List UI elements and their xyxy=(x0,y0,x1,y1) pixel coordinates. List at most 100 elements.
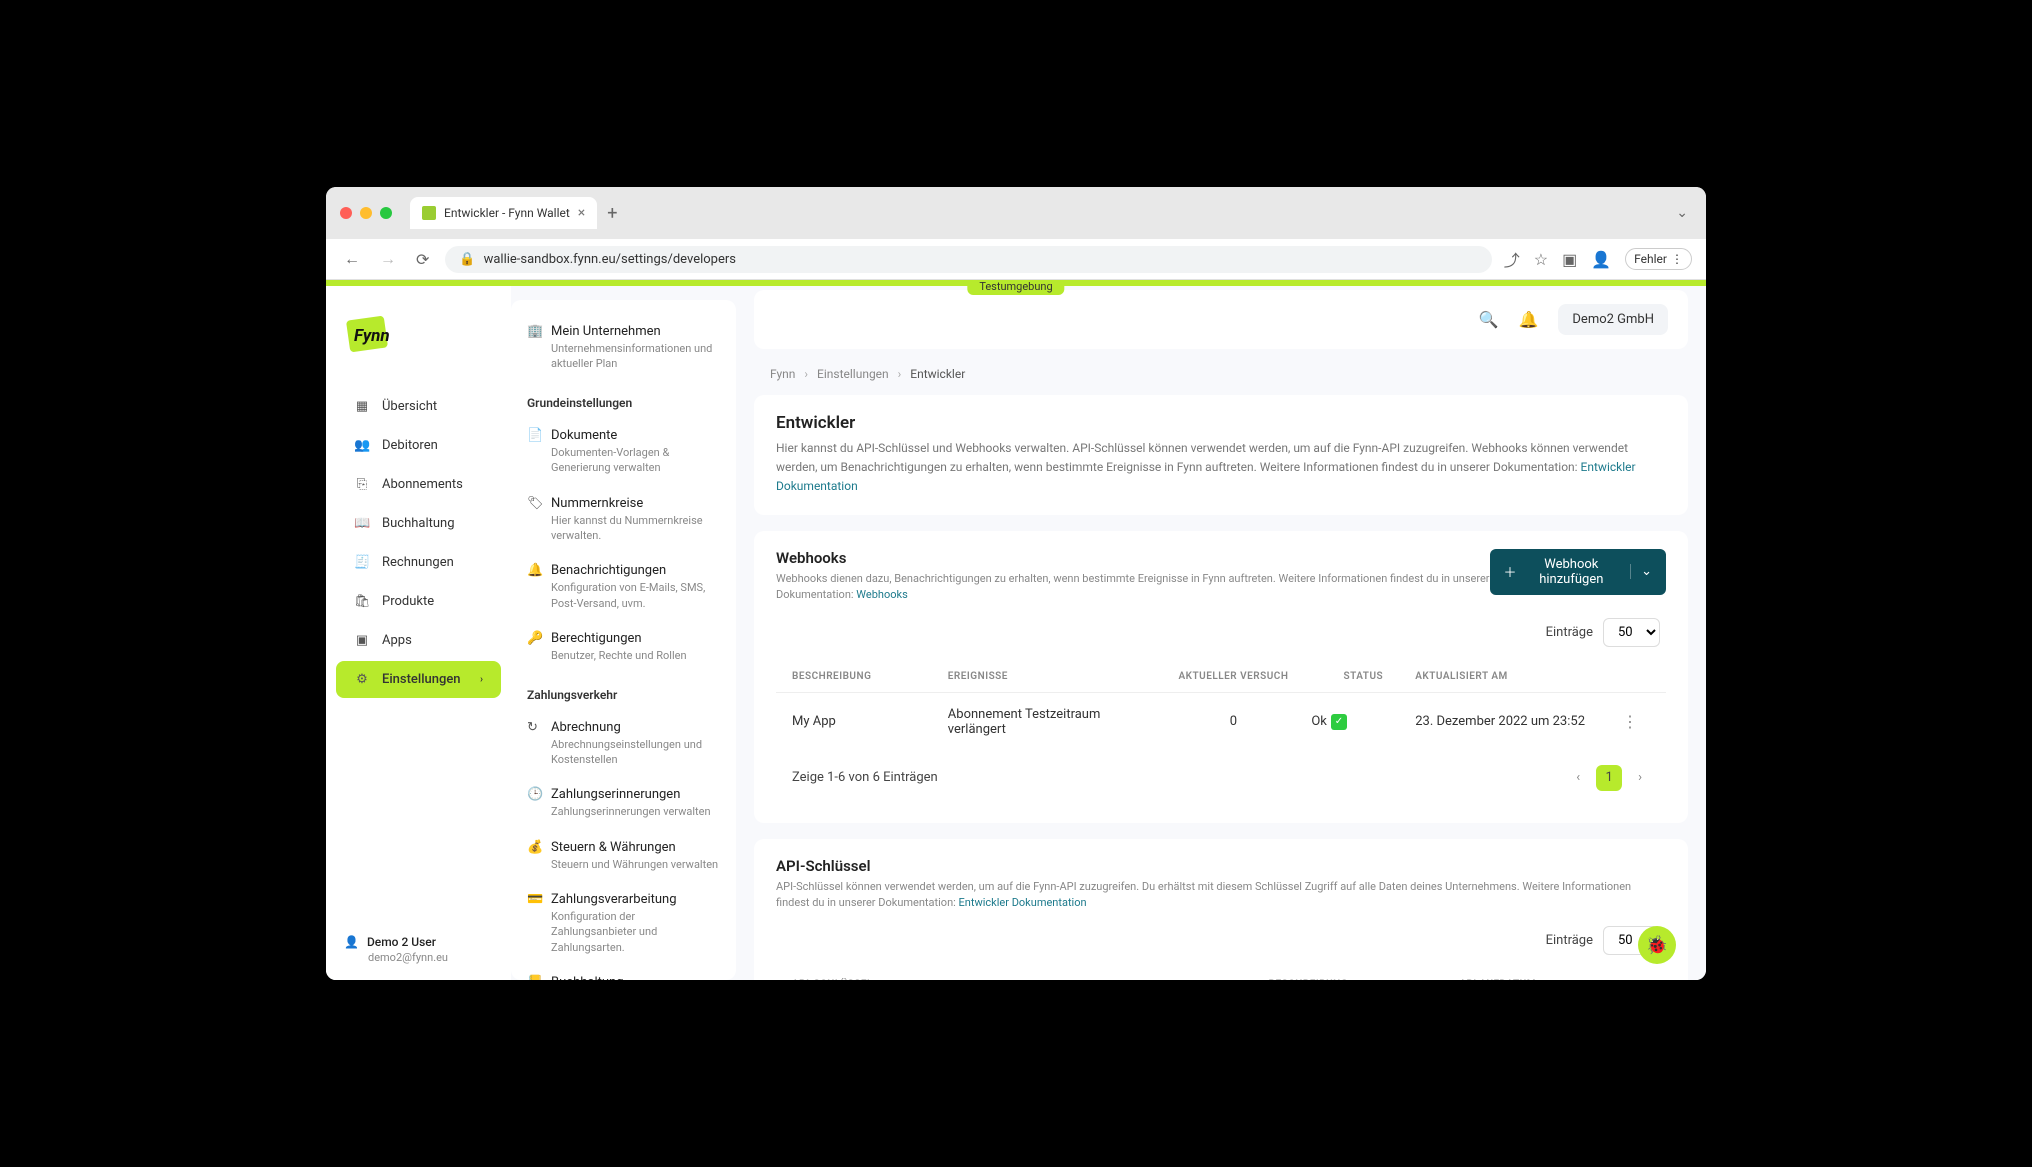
s-desc: Hier kannst du Nummernkreise verwalten. xyxy=(551,513,720,544)
pagination-info: Zeige 1-6 von 6 Einträgen xyxy=(792,770,938,785)
s-title: Mein Unternehmen xyxy=(551,324,661,339)
s-desc: Steuern und Währungen verwalten xyxy=(551,857,720,872)
settings-item-number-ranges[interactable]: 🏷Nummernkreise Hier kannst du Nummernkre… xyxy=(511,486,736,554)
close-tab-icon[interactable]: × xyxy=(578,205,585,221)
notifications-icon[interactable]: 🔔 xyxy=(1518,310,1538,329)
favicon-icon xyxy=(422,206,436,220)
bug-icon: 🐞 xyxy=(1646,935,1668,956)
nav-item-debtors[interactable]: 👥 Debitoren xyxy=(336,427,501,464)
book-icon: 📖 xyxy=(354,516,370,531)
nav-item-invoices[interactable]: 🧾 Rechnungen xyxy=(336,544,501,581)
close-window-button[interactable] xyxy=(340,207,352,219)
logo[interactable]: Fynn xyxy=(326,306,511,386)
settings-item-documents[interactable]: 📄Dokumente Dokumenten-Vorlagen & Generie… xyxy=(511,418,736,486)
webhooks-table-row[interactable]: My App Abonnement Testzeitraum verlänger… xyxy=(776,692,1666,751)
app-root: Testumgebung Fynn ▦ Übersicht 👥 Debitore… xyxy=(326,280,1706,980)
apikeys-docs-link[interactable]: Entwickler Dokumentation xyxy=(959,896,1087,909)
s-desc: Konfiguration der Zahlungsanbieter und Z… xyxy=(551,909,720,955)
tabs-dropdown-icon[interactable]: ⌄ xyxy=(1672,201,1692,225)
settings-item-company[interactable]: 🏢Mein Unternehmen Unternehmensinformatio… xyxy=(511,314,736,382)
nav-item-subscriptions[interactable]: ⎘ Abonnements xyxy=(336,466,501,503)
breadcrumb-level1[interactable]: Einstellungen xyxy=(817,367,889,381)
user-name: Demo 2 User xyxy=(367,935,436,949)
topbar: 🔍 🔔 Demo2 GmbH xyxy=(754,290,1688,349)
title-bar: Entwickler - Fynn Wallet × + ⌄ xyxy=(326,187,1706,239)
add-webhook-button[interactable]: ＋ Webhook hinzufügen ⌄ xyxy=(1490,549,1666,595)
col-key: API-SCHLÜSSEL xyxy=(792,979,1269,980)
chevron-right-icon: › xyxy=(804,367,808,381)
errors-button[interactable]: Fehler ⋮ xyxy=(1625,248,1692,270)
gear-icon: ⚙ xyxy=(354,672,370,687)
settings-item-tax[interactable]: 💰Steuern & Währungen Steuern und Währung… xyxy=(511,830,736,882)
settings-item-reminders[interactable]: 🕒Zahlungserinnerungen Zahlungserinnerung… xyxy=(511,777,736,829)
nav-item-overview[interactable]: ▦ Übersicht xyxy=(336,388,501,425)
nav-item-accounting[interactable]: 📖 Buchhaltung xyxy=(336,505,501,542)
maximize-window-button[interactable] xyxy=(380,207,392,219)
entries-label: Einträge xyxy=(1546,625,1593,640)
invoice-icon: 🧾 xyxy=(354,555,370,570)
webhooks-docs-link[interactable]: Webhooks xyxy=(856,588,907,601)
reload-button[interactable]: ⟳ xyxy=(412,246,433,273)
page-title: Entwickler xyxy=(776,413,1666,433)
account-button[interactable]: Demo2 GmbH xyxy=(1558,304,1668,335)
tab-title: Entwickler - Fynn Wallet xyxy=(444,206,570,220)
nav-item-products[interactable]: 🛍 Produkte xyxy=(336,583,501,620)
webhooks-description: Webhooks dienen dazu, Benachrichtigungen… xyxy=(776,571,1490,604)
apikeys-entries-control: Einträge 50 xyxy=(782,926,1660,955)
s-title: Berechtigungen xyxy=(551,631,642,646)
dashboard-icon: ▦ xyxy=(354,399,370,414)
url-actions: ⤴ ☆ ▣ 👤 Fehler ⋮ xyxy=(1504,247,1692,271)
cell-status: Ok ✓ xyxy=(1311,714,1415,730)
user-email: demo2@fynn.eu xyxy=(368,951,493,964)
sidepanel-icon[interactable]: ▣ xyxy=(1562,250,1577,269)
pagination-next[interactable]: › xyxy=(1630,766,1650,789)
tabs-row: Entwickler - Fynn Wallet × + ⌄ xyxy=(410,197,1692,229)
cell-updated: 23. Dezember 2022 um 23:52 xyxy=(1415,714,1610,729)
cell-attempt: 0 xyxy=(1156,714,1312,729)
entries-select[interactable]: 50 xyxy=(1603,618,1660,647)
new-tab-button[interactable]: + xyxy=(599,199,625,228)
s-desc: Konfiguration von E-Mails, SMS, Post-Ver… xyxy=(551,580,720,611)
window-controls xyxy=(340,207,392,219)
nav-label: Abonnements xyxy=(382,477,463,492)
settings-item-payment-processing[interactable]: 💳Zahlungsverarbeitung Konfiguration der … xyxy=(511,882,736,965)
back-button[interactable]: ← xyxy=(340,245,364,273)
nav-item-apps[interactable]: ▣ Apps xyxy=(336,622,501,659)
user-block[interactable]: 👤 Demo 2 User demo2@fynn.eu xyxy=(326,919,511,980)
share-icon[interactable]: ⤴ xyxy=(1504,247,1520,271)
col-expiry: ABLAUFDATUM xyxy=(1459,979,1650,980)
entries-label: Einträge xyxy=(1546,933,1593,948)
search-icon[interactable]: 🔍 xyxy=(1479,310,1499,329)
apikeys-title: API-Schlüssel xyxy=(776,857,1666,875)
webhooks-table: BESCHREIBUNG EREIGNISSE AKTUELLER VERSUC… xyxy=(776,661,1666,751)
settings-section-payments: Zahlungsverkehr xyxy=(511,674,736,710)
settings-item-accounting[interactable]: 📒Buchhaltung Kontenrahmen und Exporteins… xyxy=(511,965,736,980)
settings-item-permissions[interactable]: 🔑Berechtigungen Benutzer, Rechte und Rol… xyxy=(511,621,736,673)
settings-item-notifications[interactable]: 🔔Benachrichtigungen Konfiguration von E-… xyxy=(511,553,736,621)
col-events: EREIGNISSE xyxy=(948,671,1156,682)
pagination-page-1[interactable]: 1 xyxy=(1596,765,1622,791)
profile-icon[interactable]: 👤 xyxy=(1591,250,1611,269)
s-desc: Dokumenten-Vorlagen & Generierung verwal… xyxy=(551,445,720,476)
webhooks-pagination: Zeige 1-6 von 6 Einträgen ‹ 1 › xyxy=(776,751,1666,805)
bug-report-fab[interactable]: 🐞 xyxy=(1638,926,1676,964)
check-icon: ✓ xyxy=(1331,714,1347,730)
pagination-prev[interactable]: ‹ xyxy=(1568,766,1588,789)
url-input[interactable]: 🔒 wallie-sandbox.fynn.eu/settings/develo… xyxy=(445,246,1491,273)
forward-button[interactable]: → xyxy=(376,245,400,273)
col-attempt: AKTUELLER VERSUCH xyxy=(1156,671,1312,682)
breadcrumb-current: Entwickler xyxy=(910,367,965,381)
bell-icon: 🔔 xyxy=(527,563,541,578)
nav-item-settings[interactable]: ⚙ Einstellungen › xyxy=(336,661,501,698)
s-title: Abrechnung xyxy=(551,720,621,735)
breadcrumb-root[interactable]: Fynn xyxy=(770,367,795,381)
menu-dots-icon: ⋮ xyxy=(1671,252,1683,266)
chevron-right-icon: › xyxy=(480,674,483,685)
row-menu-button[interactable]: ⋮ xyxy=(1610,712,1650,731)
browser-tab[interactable]: Entwickler - Fynn Wallet × xyxy=(410,197,597,229)
minimize-window-button[interactable] xyxy=(360,207,372,219)
bookmark-icon[interactable]: ☆ xyxy=(1534,250,1548,269)
url-text: wallie-sandbox.fynn.eu/settings/develope… xyxy=(484,252,736,267)
breadcrumb: Fynn › Einstellungen › Entwickler xyxy=(770,367,1672,381)
settings-item-billing[interactable]: ↻Abrechnung Abrechnungseinstellungen und… xyxy=(511,710,736,778)
